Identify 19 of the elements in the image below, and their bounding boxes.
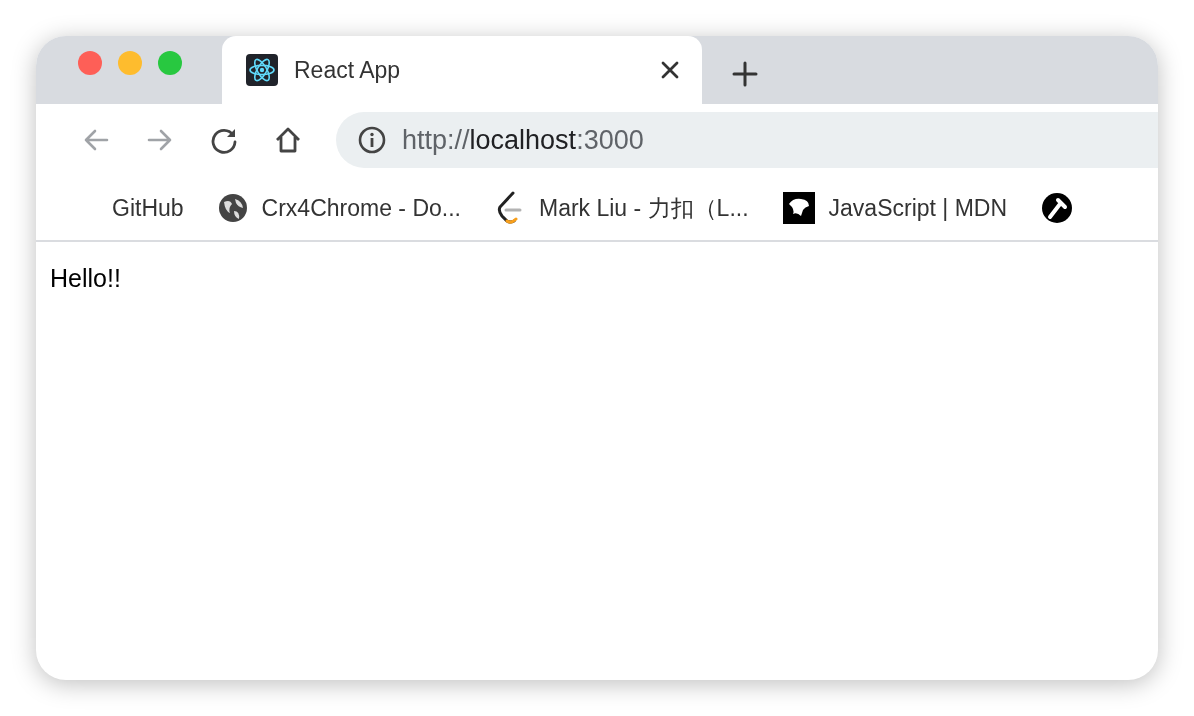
new-tab-icon[interactable] xyxy=(732,61,758,87)
bookmark[interactable]: Crx4Chrome - Do... xyxy=(217,193,461,223)
mdn-logo-icon xyxy=(782,192,815,224)
react-logo-icon xyxy=(246,54,278,86)
info-icon xyxy=(358,126,386,154)
bookmark[interactable]: Mark Liu - 力扣（L... xyxy=(494,191,749,225)
close-tab-icon[interactable] xyxy=(660,60,680,80)
tool-logo-icon xyxy=(1041,192,1074,224)
url-port: :3000 xyxy=(576,124,644,155)
url-scheme: http:// xyxy=(402,124,470,155)
browser-tab[interactable]: React App xyxy=(222,36,702,104)
globe-icon xyxy=(217,193,248,223)
tab-title: React App xyxy=(294,56,402,84)
address-bar[interactable]: http://localhost:3000 xyxy=(336,112,1158,168)
bookmark[interactable]: GitHub xyxy=(112,194,184,222)
url-host: localhost xyxy=(469,124,577,155)
page-text: Hello!! xyxy=(50,264,121,292)
bookmark[interactable]: JavaScript | MDN xyxy=(782,192,1008,224)
bookmark[interactable] xyxy=(1041,192,1074,224)
